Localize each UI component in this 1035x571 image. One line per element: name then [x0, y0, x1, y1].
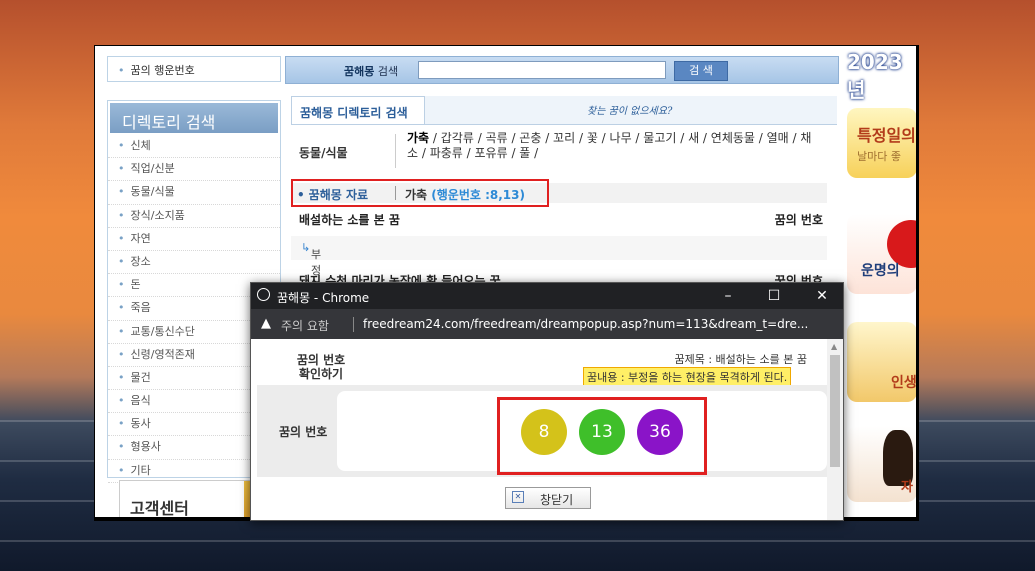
scroll-up-icon[interactable]: ▲: [831, 342, 837, 351]
security-warning[interactable]: 주의 요함: [281, 317, 329, 334]
category-name: 동물/식물: [299, 146, 348, 160]
ad-banner[interactable]: 특정일의 날마다 좋: [847, 108, 917, 178]
dream-subject: 꿈제목 : 배설하는 소를 본 꿈: [674, 353, 807, 366]
background-wave: [0, 540, 1035, 542]
highlight-box: [497, 397, 707, 475]
window-title: 꿈해몽 - Chrome: [277, 291, 370, 305]
ad-title: 운명의: [861, 263, 900, 279]
address-bar[interactable]: ▲ 주의 요함 freedream24.com/freedream/dreamp…: [251, 309, 843, 339]
category-divider: [395, 134, 396, 168]
bullet-icon: •: [118, 463, 125, 477]
ad-title: 특정일의: [857, 126, 916, 145]
ad-title: 인생: [891, 375, 917, 391]
ad-banner[interactable]: 운명의: [847, 214, 917, 294]
popup-content: 꿈의 번호 확인하기 꿈제목 : 배설하는 소를 본 꿈 꿈내용 : 부정을 하는…: [251, 339, 827, 520]
arrow-icon: ↳: [301, 241, 311, 254]
directory-title: 디렉토리 검색: [122, 113, 216, 132]
chrome-icon: [257, 288, 270, 301]
bullet-icon: •: [118, 301, 125, 315]
directory-item[interactable]: • 장소: [108, 251, 280, 275]
directory-item[interactable]: • 신체: [108, 135, 280, 159]
directory-item[interactable]: • 장식/소지품: [108, 205, 280, 228]
category-items[interactable]: 가축 / 갑각류 / 곡류 / 곤충 / 꼬리 / 꽃 / 나무 / 물고기 /…: [407, 131, 817, 161]
dream-content: 꿈내용 : 부정을 하는 현장을 목격하게 된다.: [583, 367, 792, 387]
ad-banner[interactable]: 인생: [847, 322, 917, 402]
category-first[interactable]: 가축: [407, 131, 429, 145]
address-divider: [353, 317, 354, 332]
dream-description: ↳부정을 하는 현장을 목격하게 된다.: [291, 236, 827, 469]
check-numbers-label: 꿈의 번호 확인하기: [296, 353, 346, 381]
bullet-icon: •: [118, 185, 125, 199]
bullet-icon: •: [118, 64, 125, 77]
category-row: 동물/식물 가축 / 갑각류 / 곡류 / 곤충 / 꼬리 / 꽃 / 나무 /…: [291, 126, 837, 178]
scrollbar[interactable]: ▲: [827, 339, 843, 520]
close-icon: ✕: [512, 491, 524, 503]
customer-center-box[interactable]: 고객센터: [119, 480, 274, 520]
close-window-button[interactable]: ✕ 창닫기: [505, 487, 591, 509]
directory-header: 디렉토리 검색: [110, 103, 278, 133]
lucky-number-link[interactable]: 꿈의 행운번호: [131, 64, 195, 77]
url-text[interactable]: freedream24.com/freedream/dreampopup.asp…: [363, 317, 808, 331]
year-banner[interactable]: 2023년: [847, 50, 918, 103]
bullet-icon: •: [118, 162, 125, 176]
screenshot-border: [916, 45, 919, 520]
bullet-icon: •: [118, 278, 125, 292]
scrollbar-thumb[interactable]: [830, 355, 840, 467]
bullet-icon: •: [118, 394, 125, 408]
minimize-icon[interactable]: –: [713, 286, 743, 306]
ad-banner[interactable]: 자: [847, 426, 917, 502]
directory-item[interactable]: • 직업/신분: [108, 158, 280, 182]
ad-title: 자: [901, 480, 913, 495]
bullet-icon: •: [118, 347, 125, 361]
search-label: 꿈해몽 검색: [344, 65, 399, 78]
bullet-icon: •: [118, 440, 125, 454]
bullet-icon: •: [118, 324, 125, 338]
search-button[interactable]: 검 색: [674, 61, 728, 81]
missing-dream-link[interactable]: 찾는 꿈이 없으세요?: [587, 102, 672, 117]
highlight-box: [291, 179, 549, 207]
maximize-icon[interactable]: ☐: [759, 286, 789, 306]
bullet-icon: •: [118, 370, 125, 384]
bullet-icon: •: [118, 139, 125, 152]
window-titlebar: 꿈해몽 - Chrome – ☐ ✕: [251, 283, 843, 309]
directory-item[interactable]: • 자연: [108, 228, 280, 251]
search-input[interactable]: [418, 61, 666, 79]
bullet-icon: •: [118, 208, 125, 222]
directory-item[interactable]: • 동물/식물: [108, 181, 280, 205]
tab-divider: [291, 124, 837, 125]
bullet-icon: •: [118, 254, 125, 268]
close-icon[interactable]: ✕: [807, 286, 837, 306]
dream-title[interactable]: 배설하는 소를 본 꿈: [299, 211, 400, 228]
warning-icon: ▲: [261, 316, 271, 331]
dream-number-header: 꿈의 번호: [774, 213, 823, 227]
search-bar: 꿈해몽 검색 검 색: [285, 56, 839, 84]
numbers-label: 꿈의 번호: [279, 425, 328, 439]
bullet-icon: •: [118, 417, 125, 431]
tab-directory-search[interactable]: 꿈해몽 디렉토리 검색: [291, 96, 425, 125]
customer-center-title: 고객센터: [130, 499, 189, 518]
ad-subtitle: 날마다 좋: [857, 150, 901, 163]
lucky-number-link-box[interactable]: • 꿈의 행운번호: [107, 56, 281, 82]
popup-window: 꿈해몽 - Chrome – ☐ ✕ ▲ 주의 요함 freedream24.c…: [250, 282, 844, 521]
bullet-icon: •: [118, 231, 125, 245]
category-rest[interactable]: / 갑각류 / 곡류 / 곤충 / 꼬리 / 꽃 / 나무 / 물고기 / 새 …: [407, 131, 811, 160]
